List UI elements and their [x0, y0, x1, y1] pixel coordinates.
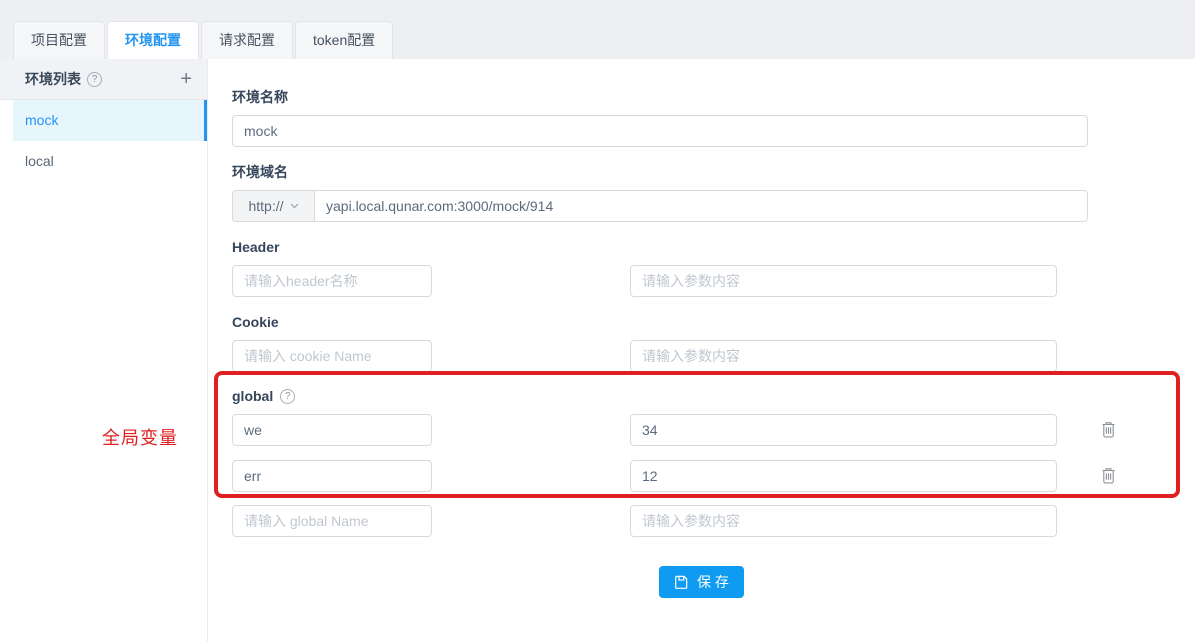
header-row [232, 265, 1171, 297]
env-domain-input[interactable] [314, 190, 1088, 222]
cookie-name-input[interactable] [232, 340, 432, 372]
env-list-header: 环境列表 ? + [0, 59, 207, 100]
trash-icon [1100, 467, 1117, 485]
global-name-input[interactable] [232, 460, 432, 492]
delete-row-button[interactable] [1100, 460, 1117, 492]
save-icon [674, 575, 689, 590]
env-domain-label: 环境域名 [232, 162, 1171, 183]
cookie-section-label: Cookie [232, 312, 1171, 333]
help-icon[interactable]: ? [280, 389, 295, 404]
global-value-input[interactable] [630, 460, 1057, 492]
header-value-input[interactable] [630, 265, 1057, 297]
env-domain-group: http:// [232, 190, 1088, 222]
tab-env-config[interactable]: 环境配置 [107, 21, 199, 59]
cookie-row [232, 340, 1171, 372]
tab-token-config[interactable]: token配置 [295, 21, 393, 59]
env-list-title: 环境列表 [25, 69, 81, 89]
add-env-button[interactable]: + [180, 69, 192, 89]
global-name-input[interactable] [232, 414, 432, 446]
tab-bar: 项目配置 环境配置 请求配置 token配置 [0, 0, 1195, 59]
global-row [232, 414, 1171, 446]
save-button[interactable]: 保 存 [659, 566, 744, 598]
global-value-input[interactable] [630, 414, 1057, 446]
env-list-sidebar: 环境列表 ? + mock local [0, 59, 208, 642]
global-row [232, 460, 1171, 492]
global-new-value-input[interactable] [630, 505, 1057, 537]
header-name-input[interactable] [232, 265, 432, 297]
tab-request-config[interactable]: 请求配置 [201, 21, 293, 59]
global-section-label: global ? [232, 386, 1171, 407]
cookie-value-input[interactable] [630, 340, 1057, 372]
global-new-name-input[interactable] [232, 505, 432, 537]
env-item-mock[interactable]: mock [13, 100, 207, 141]
trash-icon [1100, 421, 1117, 439]
header-section-label: Header [232, 237, 1171, 258]
env-config-form: 环境名称 环境域名 http:// Header Cookie [208, 59, 1195, 642]
env-name-label: 环境名称 [232, 87, 1171, 108]
env-item-local[interactable]: local [13, 141, 207, 182]
delete-row-button[interactable] [1100, 414, 1117, 446]
save-row: 保 存 [232, 566, 1171, 598]
global-new-row [232, 505, 1171, 537]
tab-project-config[interactable]: 项目配置 [13, 21, 105, 59]
help-icon[interactable]: ? [87, 72, 102, 87]
chevron-down-icon [290, 203, 299, 209]
env-name-input[interactable] [232, 115, 1088, 147]
protocol-select[interactable]: http:// [232, 190, 314, 222]
